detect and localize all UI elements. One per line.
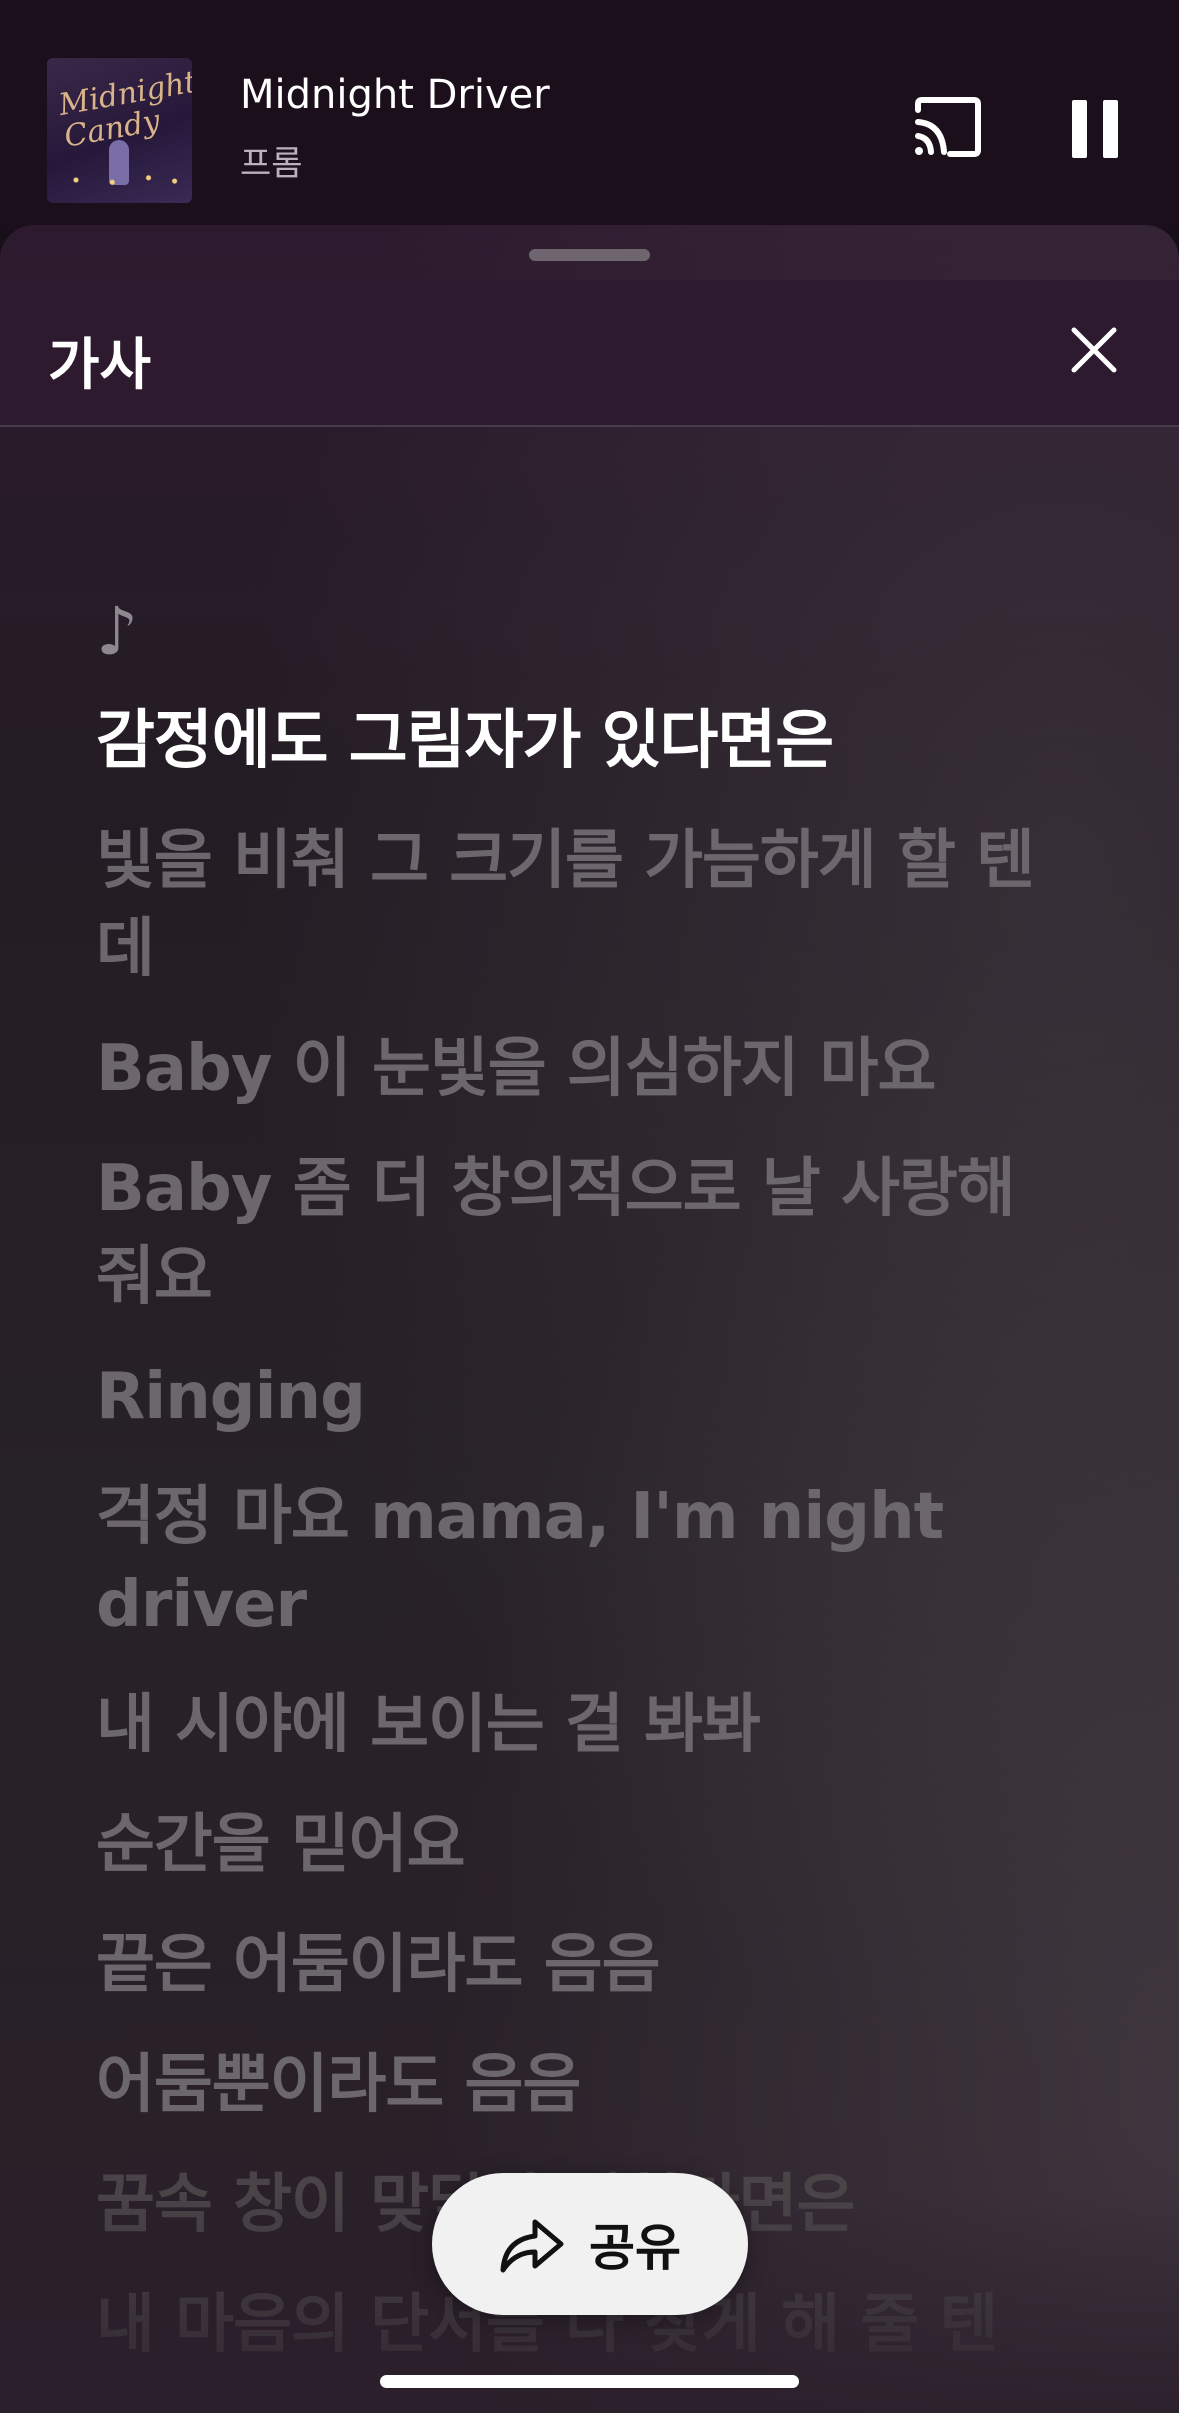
pause-icon-bar-left	[1072, 100, 1087, 158]
lyrics-list[interactable]: ♪ 감정에도 그림자가 있다면은빛을 비춰 그 크기를 가늠하게 할 텐데 Bab…	[96, 587, 1036, 2401]
lyric-line[interactable]: Baby 이 눈빛을 의심하지 마요	[96, 1025, 1036, 1113]
track-artist[interactable]: 프롬	[240, 136, 303, 185]
sheet-title: 가사	[48, 333, 152, 398]
lyric-line[interactable]: 내 시야에 보이는 걸 봐봐	[96, 1681, 1036, 1769]
home-indicator[interactable]	[380, 2375, 799, 2388]
lyrics-sheet: 가사 ♪ 감정에도 그림자가 있다면은빛을 비춰 그 크기를 가늠하게 할 텐데…	[0, 225, 1179, 2413]
lyric-line[interactable]: 끝은 어둠이라도 음음	[96, 1921, 1036, 2009]
lyric-line[interactable]: 빛을 비춰 그 크기를 가늠하게 할 텐데	[96, 817, 1036, 993]
pause-button[interactable]	[1072, 100, 1118, 158]
lyric-line[interactable]: Ringing	[96, 1353, 1036, 1441]
music-note-icon: ♪	[96, 593, 139, 670]
cast-button[interactable]	[912, 96, 984, 158]
cast-icon	[915, 97, 981, 157]
lyric-line[interactable]: 순간을 믿어요	[96, 1801, 1036, 1889]
lyric-lines: 감정에도 그림자가 있다면은빛을 비춰 그 크기를 가늠하게 할 텐데 Baby …	[96, 697, 1036, 2369]
now-playing-bar[interactable]: Midnight Candy Midnight Driver 프롬	[0, 0, 1179, 230]
share-button[interactable]: 공유	[432, 2173, 748, 2315]
album-art[interactable]: Midnight Candy	[47, 58, 192, 203]
lyric-line-active[interactable]: 감정에도 그림자가 있다면은	[96, 697, 1036, 785]
lyric-line[interactable]: 걱정 마요 mama, I'm night driver	[96, 1473, 1036, 1649]
pause-icon-bar-right	[1103, 100, 1118, 158]
close-icon	[1071, 327, 1117, 373]
share-label: 공유	[589, 2219, 681, 2277]
lyric-line[interactable]: Baby 좀 더 창의적으로 날 사랑해줘요	[96, 1145, 1036, 1321]
sheet-grabber[interactable]	[529, 249, 650, 261]
close-button[interactable]	[1068, 324, 1120, 376]
share-arrow-icon	[500, 2219, 564, 2273]
album-art-lights	[47, 169, 192, 191]
lyric-line[interactable]: 어둠뿐이라도 음음	[96, 2041, 1036, 2129]
sheet-header: 가사	[0, 280, 1179, 427]
track-title[interactable]: Midnight Driver	[240, 72, 550, 118]
